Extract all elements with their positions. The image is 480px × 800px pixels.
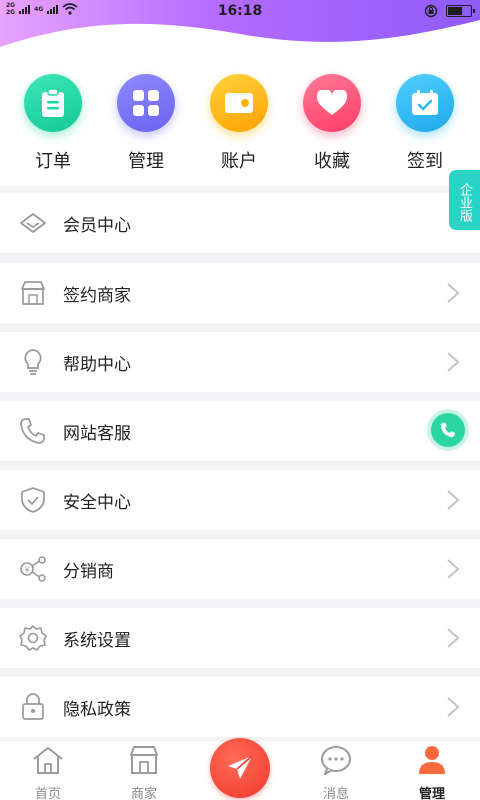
menu-item-label: 分销商 [63, 561, 114, 582]
rotation-lock-icon [424, 4, 438, 18]
phone-icon [440, 422, 455, 438]
menu-item-distributor[interactable]: ¥ 分销商 [0, 539, 480, 599]
quick-action-label: 订单 [35, 151, 71, 172]
quick-action-account[interactable]: 账户 [194, 74, 284, 173]
chat-bubble-icon [321, 746, 351, 777]
chevron-right-icon [447, 559, 460, 579]
menu-item-contract-merchants[interactable]: 签约商家 [0, 263, 480, 323]
quick-action-orders[interactable]: 订单 [8, 74, 98, 173]
quick-action-label: 管理 [128, 151, 164, 172]
phone-icon [20, 418, 45, 444]
menu-item-system-settings[interactable]: 系统设置 [0, 608, 480, 668]
quick-action-checkin[interactable]: 签到 [380, 74, 470, 173]
store-icon [130, 746, 158, 774]
lightbulb-icon [24, 349, 42, 375]
home-icon [33, 747, 63, 774]
share-yen-icon: ¥ [20, 556, 46, 582]
tab-home[interactable]: 首页 [13, 745, 83, 800]
status-right [424, 4, 475, 18]
menu-item-privacy-policy[interactable]: 隐私政策 [0, 677, 480, 737]
menu-item-label: 安全中心 [63, 492, 131, 513]
publish-button[interactable] [210, 738, 270, 798]
tab-label: 商家 [130, 787, 157, 800]
svg-text:¥: ¥ [24, 566, 29, 575]
lock-icon [22, 693, 44, 720]
tab-merchants[interactable]: 商家 [109, 745, 179, 800]
enterprise-edition-tab[interactable]: 企业版 [449, 170, 480, 230]
store-icon [21, 281, 45, 305]
chevron-right-icon [447, 697, 460, 717]
status-time: 16:18 [217, 3, 263, 19]
gear-icon [19, 625, 47, 651]
menu-item-security-center[interactable]: 安全中心 [0, 470, 480, 530]
menu-item-label: 签约商家 [63, 285, 131, 306]
paper-plane-icon [228, 755, 253, 779]
wallet-icon [210, 74, 268, 132]
menu-item-member-center[interactable]: 会员中心 [0, 193, 480, 253]
diamond-icon [20, 213, 46, 233]
menu-item-label: 系统设置 [63, 630, 131, 651]
menu-item-label: 网站客服 [63, 423, 131, 444]
heart-icon [303, 74, 361, 132]
quick-actions-panel: 订单 管理 账户 收藏 签到 [0, 60, 480, 186]
grid-icon [117, 74, 175, 132]
quick-action-label: 账户 [221, 151, 257, 172]
clipboard-icon [24, 74, 82, 132]
quick-action-favorites[interactable]: 收藏 [287, 74, 377, 173]
menu-item-label: 会员中心 [63, 215, 131, 236]
quick-action-manage[interactable]: 管理 [101, 74, 191, 173]
floating-call-button[interactable] [431, 413, 465, 447]
menu-item-help-center[interactable]: 帮助中心 [0, 332, 480, 392]
chevron-right-icon [447, 283, 460, 303]
menu-item-label: 隐私政策 [63, 699, 131, 720]
calendar-check-icon [396, 74, 454, 132]
quick-action-label: 收藏 [314, 151, 350, 172]
tab-manage[interactable]: 管理 [397, 745, 467, 800]
tab-messages[interactable]: 消息 [301, 745, 371, 800]
tab-label: 管理 [418, 787, 445, 800]
user-icon [419, 746, 445, 774]
tab-label: 首页 [34, 787, 61, 800]
chevron-right-icon [447, 352, 460, 372]
menu-item-label: 帮助中心 [63, 354, 131, 375]
shield-check-icon [21, 487, 45, 513]
tab-label: 消息 [322, 787, 349, 800]
status-bar: 2G 2G 4G 16:18 [0, 0, 480, 24]
chevron-right-icon [447, 490, 460, 510]
chevron-right-icon [447, 628, 460, 648]
menu-item-customer-service[interactable]: 网站客服 [0, 401, 480, 461]
battery-icon [446, 5, 475, 17]
